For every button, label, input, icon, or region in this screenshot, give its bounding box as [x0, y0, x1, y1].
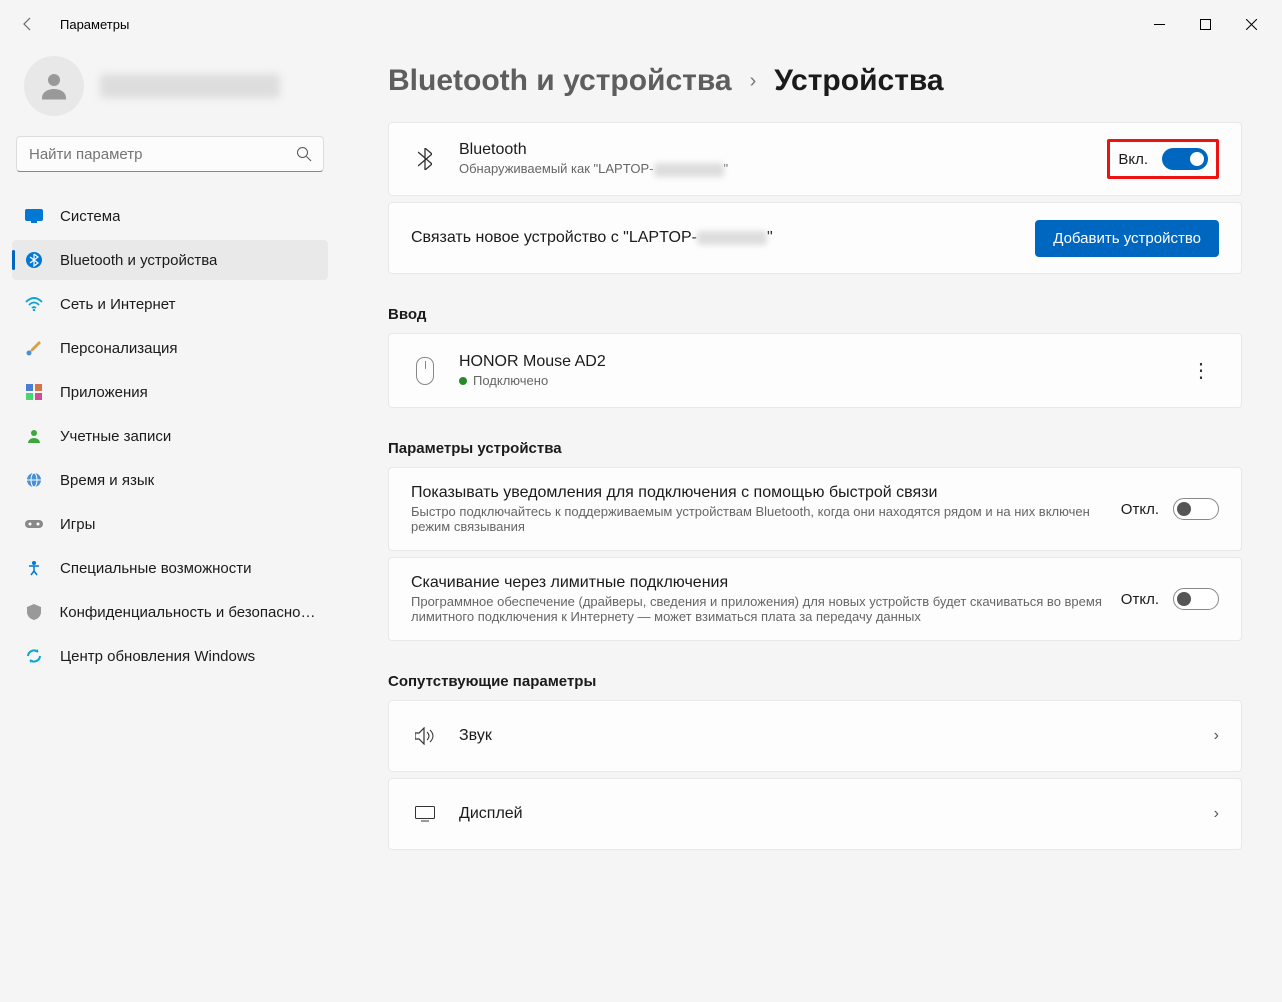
- chevron-right-icon: ›: [1214, 805, 1219, 823]
- bluetooth-title: Bluetooth: [459, 141, 1107, 159]
- nav-label: Система: [60, 208, 120, 225]
- bluetooth-discoverable: Обнаруживаемый как "LAPTOP-": [459, 161, 1107, 177]
- profile-section[interactable]: [12, 48, 328, 136]
- related-label: Звук: [459, 727, 1214, 745]
- search-box[interactable]: [16, 136, 324, 172]
- nav-label: Bluetooth и устройства: [60, 252, 217, 269]
- avatar: [24, 56, 84, 116]
- system-icon: [24, 206, 44, 226]
- bluetooth-toggle-label: Вкл.: [1118, 151, 1148, 168]
- breadcrumb: Bluetooth и устройства › Устройства: [388, 64, 1242, 98]
- page-title: Устройства: [774, 64, 943, 98]
- chevron-right-icon: ›: [750, 70, 757, 93]
- bluetooth-card: Bluetooth Обнаруживаемый как "LAPTOP-" В…: [388, 122, 1242, 196]
- setting-title: Скачивание через лимитные подключения: [411, 574, 1121, 592]
- related-display[interactable]: Дисплей ›: [388, 778, 1242, 850]
- pair-text-prefix: Связать новое устройство с "LAPTOP-: [411, 229, 697, 246]
- nav-list: Система Bluetooth и устройства Сеть и Ин…: [12, 196, 328, 676]
- main-content: Bluetooth и устройства › Устройства Blue…: [340, 48, 1282, 1002]
- brush-icon: [24, 338, 44, 358]
- breadcrumb-parent[interactable]: Bluetooth и устройства: [388, 64, 732, 98]
- nav-apps[interactable]: Приложения: [12, 372, 328, 412]
- add-device-button[interactable]: Добавить устройство: [1035, 220, 1219, 257]
- discoverable-text: Обнаруживаемый как "LAPTOP-: [459, 161, 654, 176]
- related-label: Дисплей: [459, 805, 1214, 823]
- nav-label: Персонализация: [60, 340, 178, 357]
- pair-device-card: Связать новое устройство с "LAPTOP-" Доб…: [388, 202, 1242, 274]
- nav-label: Время и язык: [60, 472, 154, 489]
- setting-title: Показывать уведомления для подключения с…: [411, 484, 1121, 502]
- nav-label: Игры: [60, 516, 95, 533]
- nav-label: Центр обновления Windows: [60, 648, 255, 665]
- nav-label: Сеть и Интернет: [60, 296, 176, 313]
- section-input: Ввод: [388, 306, 1242, 323]
- input-device-card[interactable]: HONOR Mouse AD2 Подключено ⋮: [388, 333, 1242, 408]
- metered-toggle[interactable]: [1173, 588, 1219, 610]
- nav-label: Учетные записи: [60, 428, 171, 445]
- section-device-params: Параметры устройства: [388, 440, 1242, 457]
- redacted-name: [697, 231, 767, 245]
- accounts-icon: [24, 426, 44, 446]
- maximize-button[interactable]: [1182, 8, 1228, 40]
- nav-update[interactable]: Центр обновления Windows: [12, 636, 328, 676]
- update-icon: [24, 646, 44, 666]
- quick-pair-toggle[interactable]: [1173, 498, 1219, 520]
- section-related: Сопутствующие параметры: [388, 673, 1242, 690]
- apps-icon: [24, 382, 44, 402]
- nav-accessibility[interactable]: Специальные возможности: [12, 548, 328, 588]
- speaker-icon: [411, 727, 439, 745]
- setting-desc: Быстро подключайтесь к поддерживаемым ус…: [411, 504, 1121, 534]
- status-dot-icon: [459, 377, 467, 385]
- nav-network[interactable]: Сеть и Интернет: [12, 284, 328, 324]
- globe-icon: [24, 470, 44, 490]
- highlight-annotation: Вкл.: [1107, 139, 1219, 179]
- display-icon: [411, 806, 439, 822]
- search-icon: [296, 146, 312, 167]
- related-sound[interactable]: Звук ›: [388, 700, 1242, 772]
- gamepad-icon: [24, 514, 44, 534]
- minimize-button[interactable]: [1136, 8, 1182, 40]
- nav-system[interactable]: Система: [12, 196, 328, 236]
- shield-icon: [24, 602, 44, 622]
- quick-pair-setting: Показывать уведомления для подключения с…: [388, 467, 1242, 551]
- nav-privacy[interactable]: Конфиденциальность и безопасность: [12, 592, 328, 632]
- device-name: HONOR Mouse AD2: [459, 353, 1183, 371]
- nav-label: Специальные возможности: [60, 560, 252, 577]
- setting-desc: Программное обеспечение (драйверы, сведе…: [411, 594, 1121, 624]
- metered-download-setting: Скачивание через лимитные подключения Пр…: [388, 557, 1242, 641]
- nav-label: Приложения: [60, 384, 148, 401]
- nav-time-language[interactable]: Время и язык: [12, 460, 328, 500]
- window-title: Параметры: [60, 17, 129, 32]
- bluetooth-icon: [411, 148, 439, 170]
- search-input[interactable]: [16, 136, 324, 172]
- sidebar: Система Bluetooth и устройства Сеть и Ин…: [0, 48, 340, 1002]
- profile-name-redacted: [100, 74, 280, 98]
- bluetooth-icon: [24, 250, 44, 270]
- device-more-button[interactable]: ⋮: [1183, 350, 1219, 391]
- device-status: Подключено: [459, 373, 1183, 388]
- redacted-name: [654, 163, 724, 177]
- pair-text: Связать новое устройство с "LAPTOP-": [411, 229, 773, 246]
- titlebar: Параметры: [0, 0, 1282, 48]
- wifi-icon: [24, 294, 44, 314]
- nav-accounts[interactable]: Учетные записи: [12, 416, 328, 456]
- back-button[interactable]: [8, 4, 48, 44]
- chevron-right-icon: ›: [1214, 727, 1219, 745]
- accessibility-icon: [24, 558, 44, 578]
- nav-bluetooth[interactable]: Bluetooth и устройства: [12, 240, 328, 280]
- mouse-icon: [411, 357, 439, 385]
- bluetooth-toggle[interactable]: [1162, 148, 1208, 170]
- nav-personalization[interactable]: Персонализация: [12, 328, 328, 368]
- nav-gaming[interactable]: Игры: [12, 504, 328, 544]
- nav-label: Конфиденциальность и безопасность: [60, 604, 317, 621]
- toggle-state-label: Откл.: [1121, 591, 1159, 608]
- device-status-text: Подключено: [473, 373, 548, 388]
- toggle-state-label: Откл.: [1121, 501, 1159, 518]
- close-button[interactable]: [1228, 8, 1274, 40]
